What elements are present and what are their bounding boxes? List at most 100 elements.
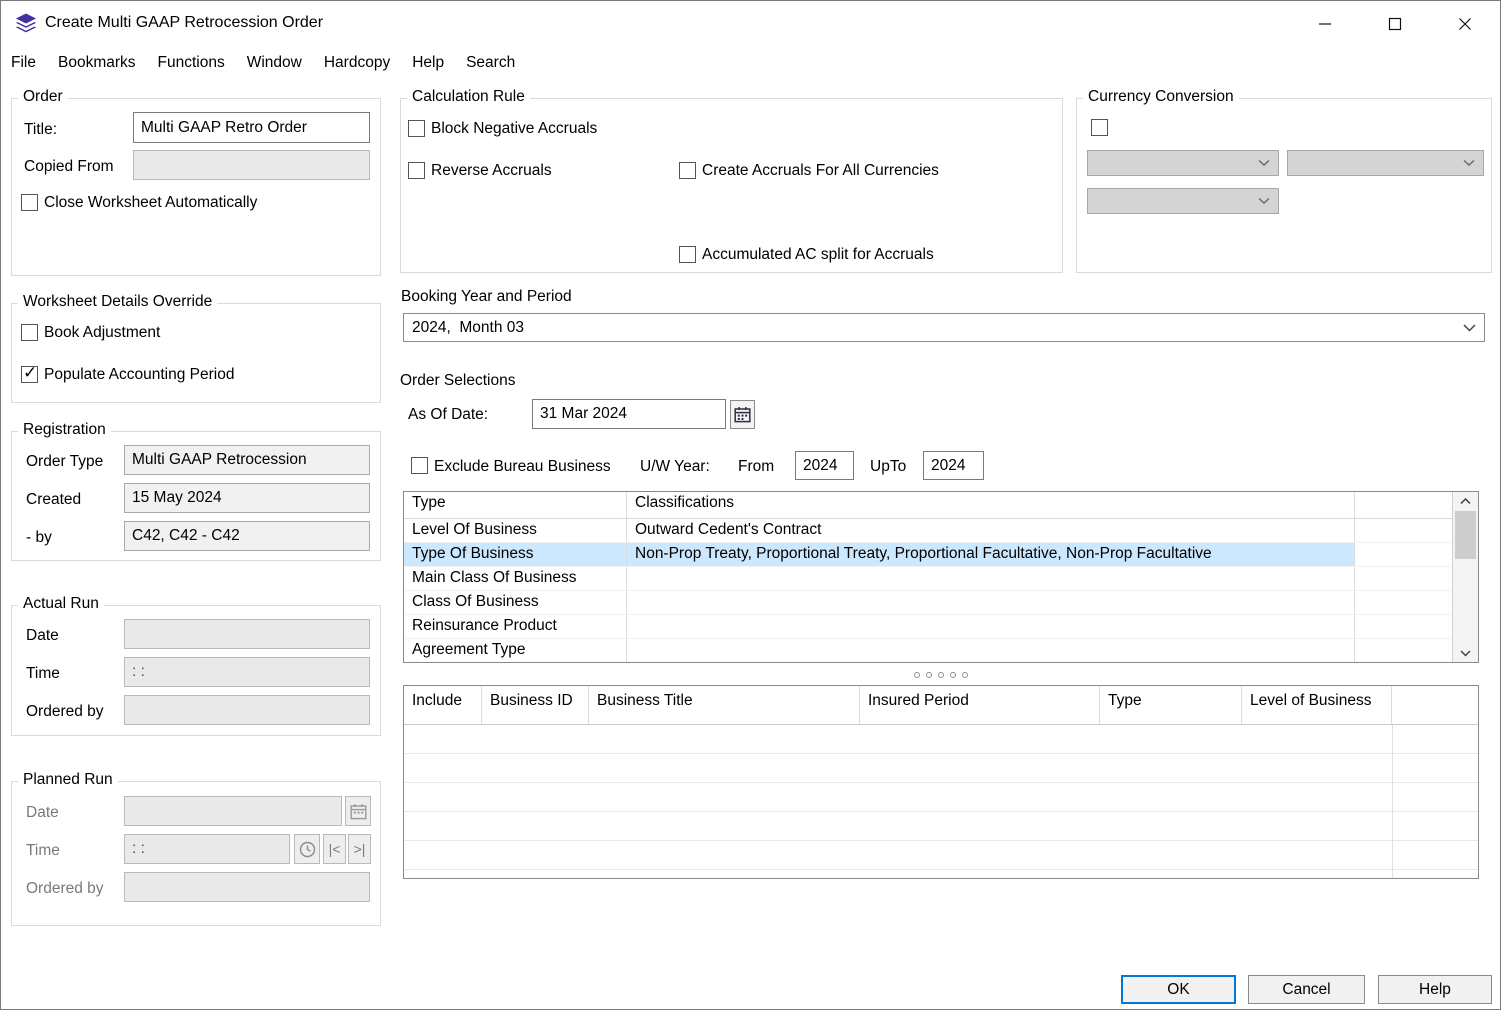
dialog-window: Create Multi GAAP Retrocession Order Fil… (0, 0, 1501, 1010)
planned-run-group: Planned Run Date Time |< >| Ordered by (11, 781, 381, 926)
planned-run-time-input (124, 834, 290, 864)
order-group: Order Title: Copied From Close Worksheet… (11, 98, 381, 276)
table-row[interactable] (404, 841, 1478, 870)
table-row[interactable] (404, 870, 1478, 879)
uw-year-from-label: From (738, 458, 774, 476)
splitter-handle[interactable] (914, 672, 968, 678)
minimize-button[interactable] (1290, 1, 1360, 46)
menu-bookmarks[interactable]: Bookmarks (47, 49, 147, 77)
actual-run-legend: Actual Run (18, 595, 104, 613)
created-label: Created (26, 491, 81, 509)
scroll-up-icon[interactable] (1453, 492, 1478, 510)
planned-run-date-input (124, 796, 342, 826)
table-row[interactable] (404, 783, 1478, 812)
window-controls (1290, 1, 1500, 46)
table-row[interactable] (404, 754, 1478, 783)
actual-run-ordered-by-label: Ordered by (26, 703, 104, 721)
table-row-main-class-of-business[interactable]: Main Class Of Business (404, 567, 1452, 591)
table-row[interactable] (404, 725, 1478, 754)
actual-run-ordered-by-value (124, 695, 370, 725)
as-of-date-calendar-button[interactable] (730, 400, 755, 429)
exclude-bureau-business-checkbox[interactable] (411, 457, 428, 474)
scroll-down-icon[interactable] (1453, 644, 1478, 662)
menu-hardcopy[interactable]: Hardcopy (313, 49, 401, 77)
help-button[interactable]: Help (1378, 975, 1492, 1004)
populate-accounting-period-checkbox[interactable] (21, 366, 38, 383)
book-adjustment-checkbox[interactable] (21, 324, 38, 341)
close-worksheet-label: Close Worksheet Automatically (44, 194, 257, 212)
planned-date-calendar-button (345, 796, 371, 826)
skip-to-end-button: >| (348, 834, 371, 864)
column-header-type: Type (404, 492, 627, 518)
table-row[interactable] (404, 812, 1478, 841)
currency-to-dropdown (1287, 150, 1484, 176)
order-selections-heading: Order Selections (400, 372, 515, 390)
registration-legend: Registration (18, 421, 111, 439)
menu-window[interactable]: Window (236, 49, 313, 77)
order-group-legend: Order (18, 88, 68, 106)
calculation-rule-legend: Calculation Rule (407, 88, 530, 106)
title-label: Title: (24, 121, 57, 139)
uw-year-from-input[interactable] (795, 451, 854, 480)
menu-search[interactable]: Search (455, 49, 526, 77)
table-row-class-of-business[interactable]: Class Of Business (404, 591, 1452, 615)
close-worksheet-checkbox[interactable] (21, 194, 38, 211)
uw-year-upto-input[interactable] (923, 451, 984, 480)
uw-year-label: U/W Year: (640, 458, 710, 476)
calculation-rule-group: Calculation Rule Block Negative Accruals… (400, 98, 1063, 273)
table-row-type-of-business[interactable]: Type Of Business Non-Prop Treaty, Propor… (404, 543, 1452, 567)
currency-conversion-group: Currency Conversion (1076, 98, 1492, 273)
block-negative-accruals-checkbox[interactable] (408, 120, 425, 137)
column-header-type: Type (1100, 686, 1242, 724)
vertical-scrollbar[interactable] (1452, 492, 1478, 662)
as-of-date-input[interactable] (532, 399, 726, 429)
skip-to-start-button: |< (323, 834, 346, 864)
currency-conversion-checkbox[interactable] (1091, 119, 1108, 136)
planned-run-time-label: Time (26, 842, 60, 860)
window-title: Create Multi GAAP Retrocession Order (45, 14, 323, 32)
app-layers-icon (14, 11, 38, 35)
actual-run-group: Actual Run Date Time Ordered by (11, 605, 381, 736)
menubar: File Bookmarks Functions Window Hardcopy… (1, 46, 1500, 79)
scrollbar-thumb[interactable] (1455, 511, 1476, 559)
table-row-reinsurance-product[interactable]: Reinsurance Product (404, 615, 1452, 639)
accruals-all-currencies-checkbox[interactable] (679, 162, 696, 179)
business-table: Include Business ID Business Title Insur… (403, 685, 1479, 879)
column-header-level-of-business: Level of Business (1242, 686, 1392, 724)
chevron-down-icon (1258, 198, 1270, 205)
maximize-button[interactable] (1360, 1, 1430, 46)
close-button[interactable] (1430, 1, 1500, 46)
currency-rate-dropdown (1087, 188, 1279, 214)
booking-year-period-dropdown[interactable]: 2024, Month 03 (403, 313, 1485, 342)
menu-help[interactable]: Help (401, 49, 455, 77)
exclude-bureau-business-label: Exclude Bureau Business (434, 458, 611, 476)
column-divider (1392, 725, 1393, 878)
table-row-agreement-type[interactable]: Agreement Type (404, 639, 1452, 663)
copied-from-input (133, 150, 370, 180)
reverse-accruals-checkbox[interactable] (408, 162, 425, 179)
order-title-input[interactable] (133, 112, 370, 143)
titlebar: Create Multi GAAP Retrocession Order (1, 1, 1500, 46)
chevron-down-icon (1463, 160, 1475, 167)
actual-run-date-value (124, 619, 370, 649)
accumulated-ac-split-label: Accumulated AC split for Accruals (702, 246, 934, 264)
classification-table: Type Classifications Level Of Business O… (403, 491, 1479, 663)
worksheet-override-group: Worksheet Details Override Book Adjustme… (11, 303, 381, 403)
actual-run-time-value (124, 657, 370, 687)
menu-functions[interactable]: Functions (147, 49, 236, 77)
classification-table-header: Type Classifications (404, 492, 1452, 519)
accumulated-ac-split-checkbox[interactable] (679, 246, 696, 263)
currency-from-dropdown (1087, 150, 1279, 176)
actual-run-date-label: Date (26, 627, 59, 645)
planned-time-clock-button (294, 834, 320, 864)
chevron-down-icon (1258, 160, 1270, 167)
booking-year-period-value: 2024, Month 03 (412, 319, 524, 337)
ok-button[interactable]: OK (1121, 975, 1236, 1004)
planned-run-ordered-by-label: Ordered by (26, 880, 104, 898)
column-header-classifications: Classifications (627, 492, 1355, 518)
planned-run-ordered-by-input (124, 872, 370, 902)
table-row-level-of-business[interactable]: Level Of Business Outward Cedent's Contr… (404, 519, 1452, 543)
cancel-button[interactable]: Cancel (1248, 975, 1365, 1004)
menu-file[interactable]: File (11, 49, 47, 77)
actual-run-time-label: Time (26, 665, 60, 683)
